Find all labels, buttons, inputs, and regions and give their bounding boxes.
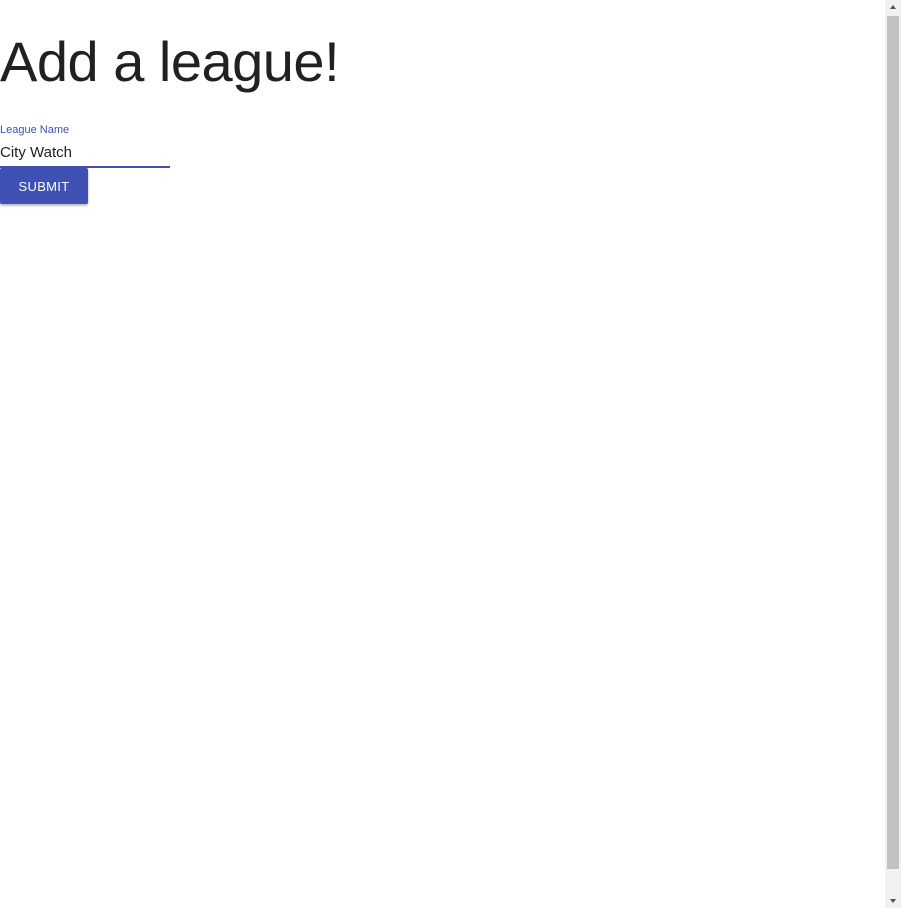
submit-button[interactable]: SUBMIT — [0, 168, 88, 204]
vertical-scrollbar[interactable] — [885, 0, 901, 908]
arrow-up-icon[interactable] — [885, 0, 901, 16]
league-name-label: League Name — [0, 124, 70, 136]
league-name-field: League Name — [0, 122, 170, 168]
scrollbar-thumb[interactable] — [887, 16, 899, 869]
page: Add a league! League Name SUBMIT — [0, 0, 901, 908]
page-title: Add a league! — [0, 30, 340, 93]
arrow-down-icon[interactable] — [885, 892, 901, 908]
league-name-input[interactable] — [0, 143, 170, 163]
main-content: Add a league! League Name SUBMIT — [0, 0, 885, 908]
